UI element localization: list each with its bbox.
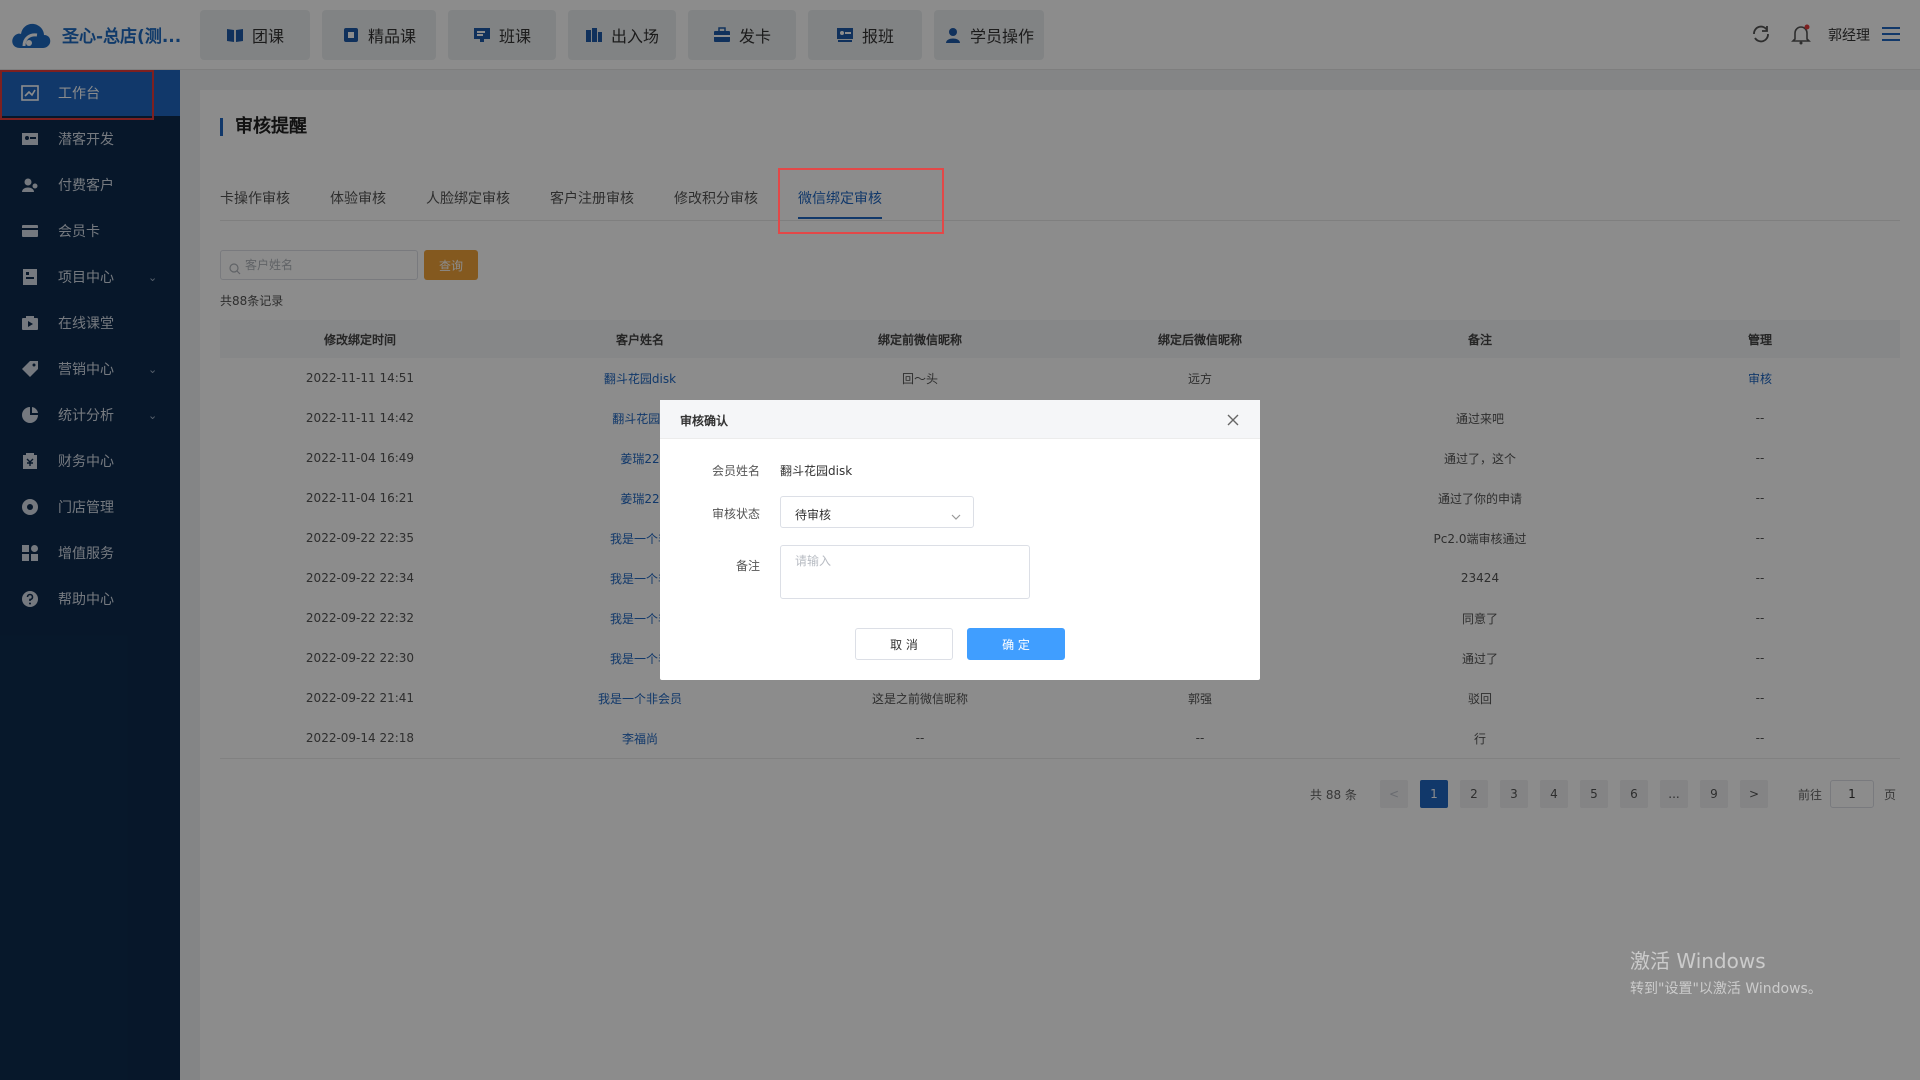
close-icon[interactable]	[1226, 412, 1240, 426]
watermark-line-1: 激活 Windows	[1630, 949, 1766, 973]
member-name-label: 会员姓名	[711, 464, 760, 478]
remark-label: 备注	[735, 559, 760, 573]
chevron-down-icon	[951, 507, 961, 520]
dialog-title: 审核确认	[680, 414, 729, 428]
review-status-value: 待审核	[795, 508, 832, 522]
windows-activation-watermark: 激活 Windows 转到"设置"以激活 Windows。	[1630, 945, 1822, 998]
cancel-button[interactable]: 取 消	[855, 628, 953, 660]
dialog-header: 审核确认	[660, 400, 1260, 439]
member-name-value: 翻斗花园disk	[780, 464, 853, 478]
review-status-label: 审核状态	[711, 507, 760, 521]
review-confirm-dialog: 审核确认 会员姓名 翻斗花园disk 审核状态 待审核 备注 取 消 确 定	[660, 400, 1260, 680]
review-status-select[interactable]: 待审核	[780, 496, 974, 528]
confirm-button[interactable]: 确 定	[967, 628, 1065, 660]
remark-textarea[interactable]	[780, 545, 1030, 599]
watermark-line-2: 转到"设置"以激活 Windows。	[1630, 981, 1822, 997]
